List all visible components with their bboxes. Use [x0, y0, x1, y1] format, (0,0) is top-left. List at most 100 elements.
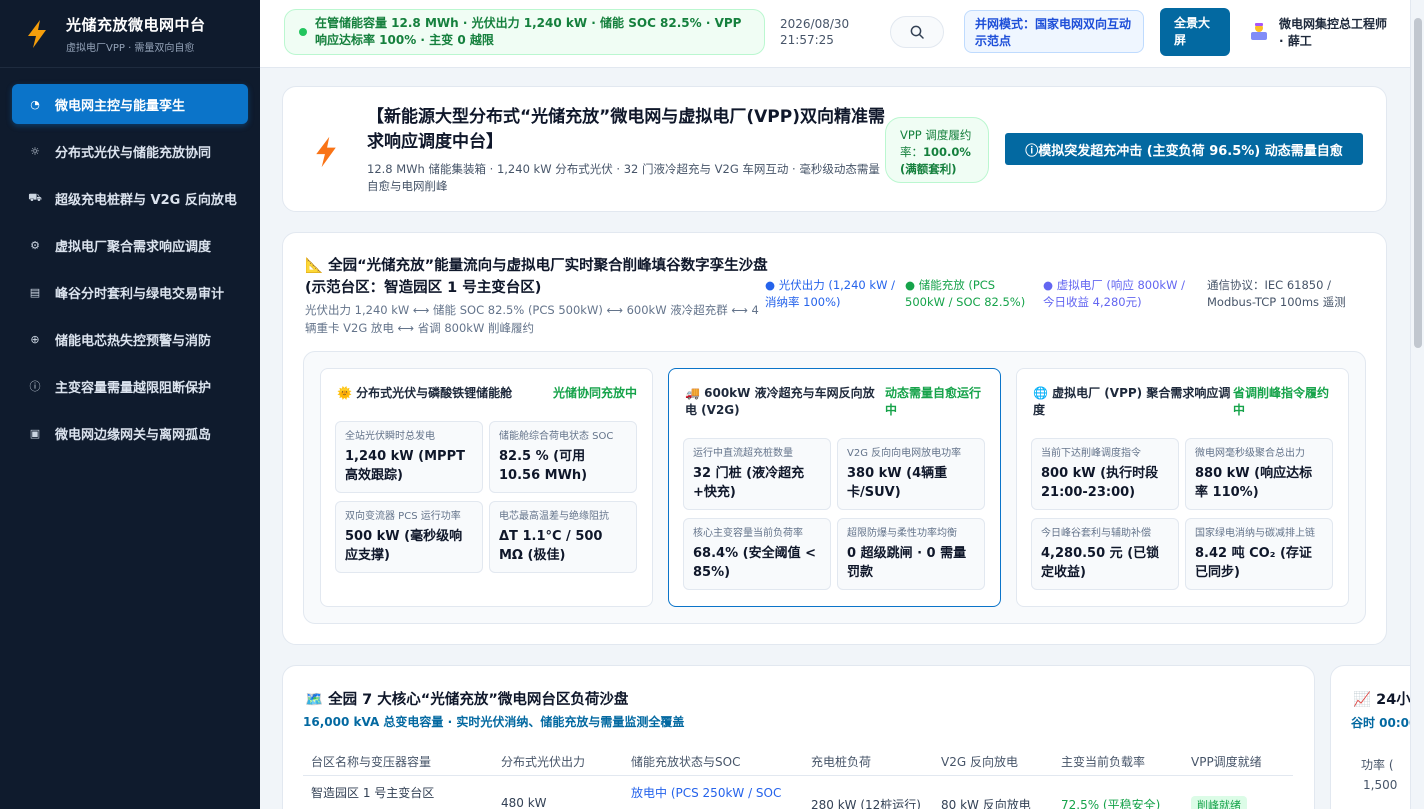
column-header: 分布式光伏出力 — [501, 755, 586, 769]
lightning-icon — [28, 19, 46, 48]
simulate-surge-button[interactable]: ⓘ模拟突发超充冲击 (主变负荷 96.5%) 动态需量自愈 — [1005, 133, 1363, 165]
metric-label: 当前下达削峰调度指令 — [1041, 448, 1141, 459]
sidebar-item-label: 超级充电桩群与 V2G 反向放电 — [55, 192, 237, 208]
map-icon: 🗺️ — [305, 692, 329, 708]
sidebar-item-pv-storage[interactable]: ☼ 分布式光伏与储能充放协同 — [12, 131, 248, 171]
sidebar-item-label: 微电网边缘网关与离网孤岛 — [55, 427, 212, 443]
sidebar-item-label: 虚拟电厂聚合需求响应调度 — [55, 239, 212, 255]
metric-value: 82.5 % (可用 10.56 MWh) — [499, 449, 588, 483]
brand-title: 光储充放微电网中台 — [66, 15, 206, 34]
hero-card: 【新能源大型分布式“光储充放”微电网与虚拟电厂(VPP)双向精准需求响应调度中台… — [282, 86, 1387, 212]
zones-subtitle: 16,000 kVA 总变电容量 · 实时光伏消纳、储能充放与需量监测全覆盖 — [303, 715, 685, 729]
legend-storage: ● 储能充放 (PCS 500kW / SOC 82.5%) — [905, 278, 1026, 309]
sidebar-item-transformer[interactable]: ⓘ 主变容量需量越限阻断保护 — [12, 366, 248, 406]
chip-icon: ▣ — [29, 426, 41, 440]
status-text: 在管储能容量 12.8 MWh · 光伏出力 1,240 kW · 储能 SOC… — [315, 16, 742, 47]
metric-card: 运行中直流超充桩数量 32 门桩 (液冷超充+快充) — [683, 438, 831, 510]
panel-title: 🚚 600kW 液冷超充与车网反向放电 (V2G) — [685, 385, 885, 419]
cell-storage: 放电中 (PCS 250kW / SOC — [631, 786, 782, 800]
sidebar-nav: ◔ 微电网主控与能量孪生 ☼ 分布式光伏与储能充放协同 ⛟ 超级充电桩群与 V2… — [0, 68, 260, 453]
user-profile[interactable]: 微电网集控总工程师 · 薛工 — [1250, 16, 1389, 50]
trend-axis-label: 功率 ( — [1361, 758, 1394, 772]
page-title: 【新能源大型分布式“光储充放”微电网与虚拟电厂(VPP)双向精准需求响应调度中台… — [367, 107, 885, 152]
system-status-banner: 在管储能容量 12.8 MWh · 光伏出力 1,240 kW · 储能 SOC… — [284, 9, 765, 55]
lightning-icon — [316, 136, 336, 168]
fullscreen-button[interactable]: 全景大屏 — [1160, 8, 1230, 56]
vpp-panel[interactable]: 🌐 虚拟电厂 (VPP) 聚合需求响应调度 省调削峰指令履约中 当前下达削峰调度… — [1016, 368, 1349, 607]
metric-card: 双向变流器 PCS 运行功率 500 kW (毫秒级响应支撑) — [335, 501, 483, 573]
metric-label: 储能舱综合荷电状态 SOC — [499, 431, 614, 442]
cell-zone-name: 智造园区 1 号主变台区 — [311, 786, 435, 800]
panel-title-text: 分布式光伏与磷酸铁锂储能舱 — [356, 386, 513, 400]
table-row[interactable]: 智造园区 1 号主变台区 480 kW 放电中 (PCS 250kW / SOC… — [303, 776, 1293, 809]
sun-icon: 🌞 — [337, 386, 357, 400]
sidebar-item-vpp[interactable]: ⚙ 虚拟电厂聚合需求响应调度 — [12, 225, 248, 265]
sidebar: 光储充放微电网中台 虚拟电厂VPP · 需量双向自愈 ◔ 微电网主控与能量孪生 … — [0, 0, 260, 809]
cell-pv: 480 kW — [501, 796, 547, 809]
metric-value: 1,240 kW (MPPT 高效跟踪) — [345, 449, 465, 483]
legend-pv: ● 光伏出力 (1,240 kW / 消纳率 100%) — [765, 278, 895, 309]
column-header: VPP调度就绪 — [1191, 755, 1262, 769]
metric-label: V2G 反向向电网放电功率 — [847, 448, 962, 459]
panel-status: 省调削峰指令履约中 — [1233, 386, 1330, 417]
sidebar-item-arbitrage[interactable]: ▤ 峰谷分时套利与绿电交易审计 — [12, 272, 248, 312]
brand: 光储充放微电网中台 虚拟电厂VPP · 需量双向自愈 — [0, 0, 260, 68]
twin-title-text: 全园“光储充放”能量流向与虚拟电厂实时聚合削峰填谷数字孪生沙盘 (示范台区：智造… — [305, 258, 768, 296]
current-time: 21:57:25 — [780, 33, 834, 47]
sidebar-item-thermal[interactable]: ⊕ 储能电芯热失控预警与消防 — [12, 319, 248, 359]
search-button[interactable] — [890, 16, 944, 48]
column-header: 储能充放状态与SOC — [631, 755, 741, 769]
panel-title: 🌐 虚拟电厂 (VPP) 聚合需求响应调度 — [1033, 385, 1233, 419]
trend-subtitle: 谷时 00:00 — [1351, 716, 1418, 730]
legend-protocol: 通信协议：IEC 61850 / Modbus-TCP 100ms 遥测 — [1207, 278, 1346, 309]
status-dot-icon — [299, 28, 307, 36]
grid-mode-badge: 并网模式：国家电网双向互动示范点 — [964, 10, 1144, 53]
truck-icon: ⛟ — [28, 190, 42, 204]
clock: 2026/08/30 21:57:25 — [780, 16, 849, 48]
sidebar-item-energy-twin[interactable]: ◔ 微电网主控与能量孪生 — [12, 84, 248, 124]
legend-vpp: ● 虚拟电厂 (响应 800kW / 今日收益 4,280元) — [1043, 278, 1185, 309]
sidebar-item-v2g[interactable]: ⛟ 超级充电桩群与 V2G 反向放电 — [12, 178, 248, 218]
metric-card: 国家绿电消纳与碳减排上链 8.42 吨 CO₂ (存证已同步) — [1185, 518, 1333, 590]
table-header: 台区名称与变压器容量 分布式光伏出力 储能充放状态与SOC 充电桩负荷 V2G … — [303, 746, 1293, 776]
digital-twin-card: 📐 全园“光储充放”能量流向与虚拟电厂实时聚合削峰填谷数字孪生沙盘 (示范台区：… — [282, 232, 1387, 645]
column-header: 充电桩负荷 — [811, 755, 872, 769]
search-icon — [910, 25, 924, 39]
metric-card: 超限防爆与柔性功率均衡 0 超级跳闸 · 0 需量罚款 — [837, 518, 985, 590]
zones-card: 🗺️ 全园 7 大核心“光储充放”微电网台区负荷沙盘 16,000 kVA 总变… — [282, 665, 1315, 809]
metric-label: 运行中直流超充桩数量 — [693, 448, 793, 459]
metric-label: 国家绿电消纳与碳减排上链 — [1195, 528, 1315, 539]
metric-card: 当前下达削峰调度指令 800 kW (执行时段 21:00-23:00) — [1031, 438, 1179, 510]
metric-label: 核心主变容量当前负荷率 — [693, 528, 803, 539]
metric-value: 800 kW (执行时段 21:00-23:00) — [1041, 466, 1159, 500]
status-badge: 削峰就绪 — [1191, 796, 1247, 809]
metric-value: 68.4% (安全阈值 < 85%) — [693, 546, 816, 580]
metric-label: 电芯最高温差与绝缘阻抗 — [499, 511, 609, 522]
twin-panels: 🌞 分布式光伏与磷酸铁锂储能舱 光储协同充放中 全站光伏瞬时总发电 1,240 k… — [303, 351, 1366, 624]
sidebar-item-label: 微电网主控与能量孪生 — [55, 98, 186, 114]
sidebar-item-label: 峰谷分时套利与绿电交易审计 — [55, 286, 225, 302]
metric-value: ΔT 1.1°C / 500 MΩ (极佳) — [499, 529, 603, 563]
column-header: V2G 反向放电 — [941, 755, 1018, 769]
panel-status: 光储协同充放中 — [552, 386, 637, 400]
metric-card: V2G 反向向电网放电功率 380 kW (4辆重卡/SUV) — [837, 438, 985, 510]
trend-title: 📈 24小 — [1353, 692, 1411, 708]
metric-value: 8.42 吨 CO₂ (存证已同步) — [1195, 546, 1312, 580]
scrollbar-thumb[interactable] — [1414, 18, 1422, 348]
sidebar-item-label: 分布式光伏与储能充放协同 — [55, 145, 212, 161]
metric-value: 880 kW (响应达标率 110%) — [1195, 466, 1313, 500]
column-header: 台区名称与变压器容量 — [311, 755, 432, 769]
user-name: 微电网集控总工程师 · 薛工 — [1279, 17, 1388, 48]
metric-card: 电芯最高温差与绝缘阻抗 ΔT 1.1°C / 500 MΩ (极佳) — [489, 501, 637, 573]
metric-label: 今日峰谷套利与辅助补偿 — [1041, 528, 1151, 539]
metric-value: 0 超级跳闸 · 0 需量罚款 — [847, 546, 967, 580]
v2g-charging-panel[interactable]: 🚚 600kW 液冷超充与车网反向放电 (V2G) 动态需量自愈运行中 运行中直… — [668, 368, 1001, 607]
activity-icon: ◔ — [30, 97, 40, 111]
metric-label: 微电网毫秒级聚合总出力 — [1195, 448, 1305, 459]
page-scrollbar[interactable] — [1410, 0, 1424, 809]
pv-storage-panel[interactable]: 🌞 分布式光伏与磷酸铁锂储能舱 光储协同充放中 全站光伏瞬时总发电 1,240 k… — [320, 368, 653, 607]
globe-icon: 🌐 — [1033, 386, 1053, 400]
metric-value: 380 kW (4辆重卡/SUV) — [847, 466, 948, 500]
cpu-icon: ⚙ — [30, 238, 40, 252]
sidebar-item-gateway[interactable]: ▣ 微电网边缘网关与离网孤岛 — [12, 413, 248, 453]
